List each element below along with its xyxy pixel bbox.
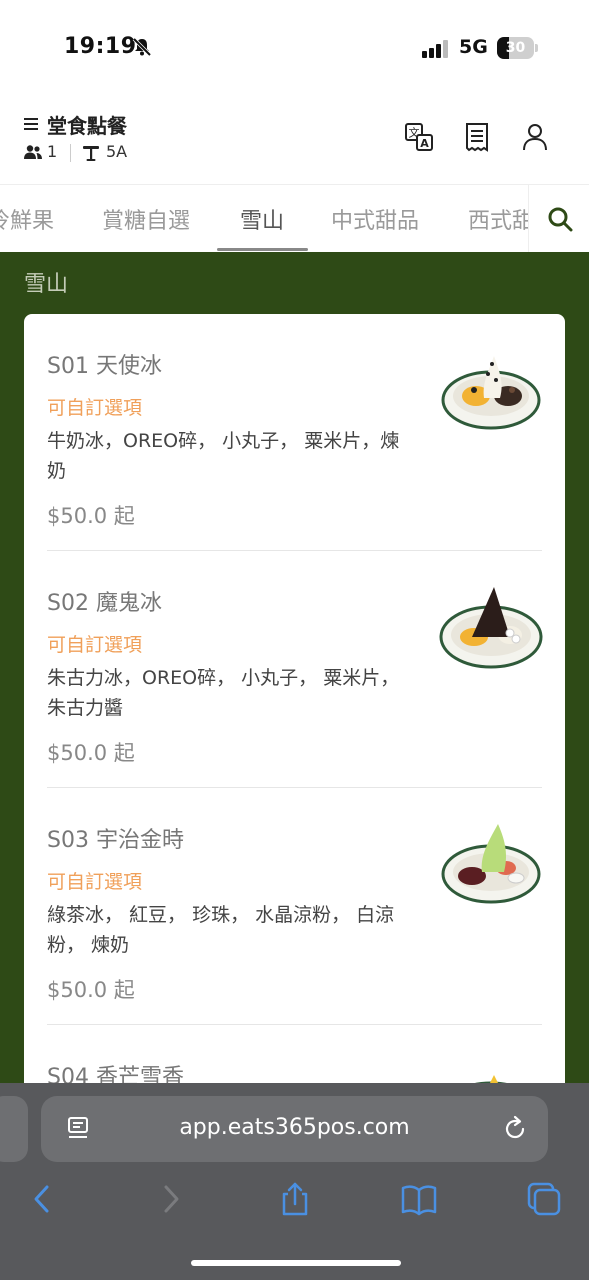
guest-count: 1 — [47, 142, 58, 161]
menu-item[interactable]: S03 宇治金時 可自訂選項 綠茶冰， 紅豆， 珍珠， 水晶涼粉， 白涼粉， 煉… — [24, 788, 565, 1025]
item-name: S02 魔鬼冰 — [47, 591, 162, 616]
svg-text:A: A — [420, 137, 429, 150]
bookmarks-icon[interactable] — [401, 1181, 437, 1217]
table-icon — [83, 146, 99, 161]
category-tabs: 冷鮮果 賞糖自選 雪山 中式甜品 西式甜品 — [0, 184, 589, 252]
item-name: S03 宇治金時 — [47, 828, 184, 853]
status-time: 19:19 — [64, 34, 137, 59]
battery-level: 30 — [505, 40, 526, 56]
tab-sugar-select[interactable]: 賞糖自選 — [102, 203, 190, 235]
dessert-image — [441, 824, 541, 904]
search-icon[interactable] — [547, 206, 573, 232]
table-label: 5A — [106, 142, 128, 161]
account-icon[interactable] — [520, 122, 550, 152]
signal-icon — [422, 40, 448, 58]
dessert-image — [441, 356, 541, 430]
item-customizable: 可自訂選項 — [47, 634, 143, 656]
header-title[interactable]: 堂食點餐 — [47, 110, 127, 139]
app-header: 堂食點餐 1 5A 文 A — [0, 96, 589, 184]
section-title: 雪山 — [24, 272, 69, 297]
network-label: 5G — [459, 36, 488, 58]
tab-fresh-fruit[interactable]: 冷鮮果 — [0, 203, 54, 235]
tab-chinese-dessert[interactable]: 中式甜品 — [331, 203, 419, 235]
menu-item[interactable]: S01 天使冰 可自訂選項 牛奶冰，OREO碎， 小丸子， 粟米片，煉奶 $50… — [24, 314, 565, 551]
url-text[interactable]: app.eats365pos.com — [41, 1115, 548, 1140]
item-name: S01 天使冰 — [47, 354, 162, 379]
dessert-image — [439, 587, 543, 669]
reload-icon[interactable] — [501, 1115, 529, 1143]
hamburger-menu-icon[interactable] — [24, 116, 40, 132]
item-price: $50.0 起 — [47, 504, 135, 528]
home-indicator — [191, 1260, 401, 1266]
info-divider — [70, 144, 71, 162]
address-bar[interactable]: app.eats365pos.com — [41, 1096, 548, 1162]
tabs-icon[interactable] — [526, 1181, 562, 1217]
battery-icon: 30 — [497, 37, 539, 59]
forward-icon[interactable] — [153, 1181, 189, 1217]
status-bar: 19:19 5G 30 — [0, 0, 589, 96]
item-customizable: 可自訂選項 — [47, 871, 143, 893]
browser-toolbar: app.eats365pos.com — [0, 1083, 589, 1280]
item-customizable: 可自訂選項 — [47, 397, 143, 419]
item-description: 綠茶冰， 紅豆， 珍珠， 水晶涼粉， 白涼粉， 煉奶 — [47, 904, 395, 956]
bell-muted-icon — [132, 37, 152, 57]
item-price: $50.0 起 — [47, 978, 135, 1002]
previous-tab-preview[interactable] — [0, 1096, 28, 1162]
back-icon[interactable] — [25, 1181, 61, 1217]
active-tab-indicator — [217, 248, 308, 251]
translate-icon[interactable]: 文 A — [404, 122, 434, 152]
item-description: 朱古力冰，OREO碎， 小丸子， 粟米片，朱古力醬 — [47, 667, 400, 719]
tab-snow-mountain[interactable]: 雪山 — [240, 203, 284, 235]
menu-item[interactable]: S02 魔鬼冰 可自訂選項 朱古力冰，OREO碎， 小丸子， 粟米片，朱古力醬 … — [24, 551, 565, 788]
guests-icon — [24, 145, 42, 159]
receipt-icon[interactable] — [462, 122, 492, 152]
item-description: 牛奶冰，OREO碎， 小丸子， 粟米片，煉奶 — [47, 430, 400, 482]
item-price: $50.0 起 — [47, 741, 135, 765]
share-icon[interactable] — [277, 1181, 313, 1217]
search-button[interactable] — [528, 185, 589, 252]
